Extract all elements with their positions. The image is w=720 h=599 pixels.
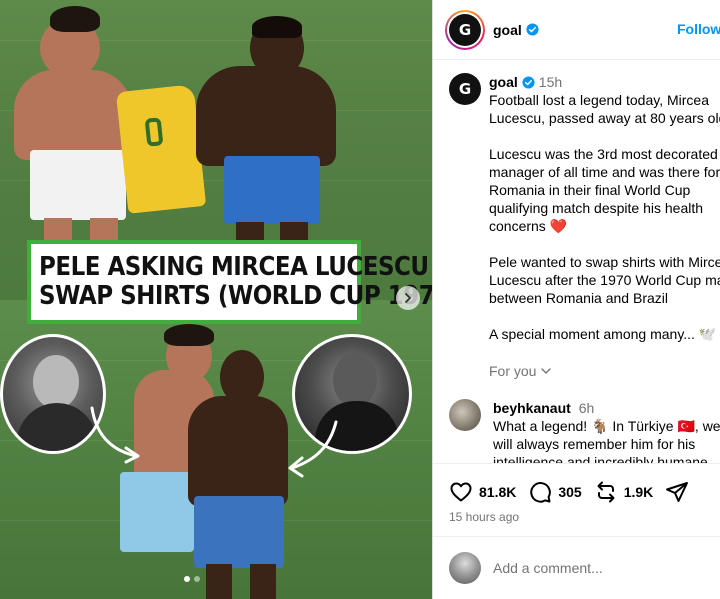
carousel-next-button[interactable]	[396, 286, 420, 310]
caption-time[interactable]: 15h	[539, 74, 562, 90]
post-timestamp[interactable]: 15 hours ago	[449, 510, 519, 524]
commenter-username[interactable]: beyhkanaut	[493, 400, 571, 416]
comment-button[interactable]: 305	[528, 480, 582, 504]
add-comment-bar	[433, 536, 720, 599]
carousel-dot	[194, 576, 200, 582]
comment-time[interactable]: 6h	[579, 400, 595, 416]
goal-logo-icon: G	[458, 20, 472, 39]
comment-text-block: beyhkanaut 6h What a legend! 🐐 In Türkiy…	[493, 399, 720, 463]
author-username[interactable]: goal	[493, 22, 522, 38]
carousel-dot	[184, 576, 190, 582]
repost-count: 1.9K	[623, 484, 654, 500]
annotation-arrow-right	[288, 420, 338, 478]
send-icon	[666, 482, 689, 502]
post-side-panel: G goal Follow G goal 15h Football lost a …	[432, 0, 720, 599]
yellow-shirt	[115, 84, 207, 214]
author-avatar-ring[interactable]: G	[445, 9, 485, 50]
comment-bubble-icon	[530, 482, 552, 503]
comment-input[interactable]	[493, 560, 693, 576]
comment-body: What a legend! 🐐 In Türkiye 🇹🇷, we will …	[493, 418, 720, 463]
verified-badge-icon	[526, 23, 539, 36]
chevron-right-icon	[405, 293, 411, 303]
repost-button[interactable]: 1.9K	[594, 480, 654, 504]
author-avatar: G	[449, 13, 481, 46]
caption-line-2: SWAP SHIRTS (WORLD CUP 1970)	[39, 281, 432, 311]
caption-username[interactable]: goal	[489, 74, 518, 90]
caption-line-1: PELE ASKING MIRCEA LUCESCU TO	[39, 252, 432, 282]
action-bar: 81.8K 305 1.9K	[449, 480, 701, 504]
repost-icon	[597, 481, 615, 503]
comments-scroll[interactable]: G goal 15h Football lost a legend today, …	[433, 61, 720, 463]
carousel-indicator	[184, 576, 200, 582]
post-header: G goal Follow	[433, 0, 720, 60]
chevron-down-icon	[541, 368, 552, 374]
like-count: 81.8K	[479, 484, 517, 500]
heart-icon	[450, 482, 472, 502]
action-section: 81.8K 305 1.9K 15 hours ago	[433, 463, 720, 524]
caption-text-block: goal 15h Football lost a legend today, Mi…	[489, 73, 720, 343]
verified-badge-icon	[522, 76, 535, 89]
caption-banner: PELE ASKING MIRCEA LUCESCU TO SWAP SHIRT…	[27, 240, 432, 324]
for-you-toggle[interactable]: For you	[489, 363, 552, 379]
current-user-avatar	[449, 552, 481, 584]
like-button[interactable]: 81.8K	[449, 480, 516, 504]
commenter-avatar[interactable]	[449, 399, 481, 431]
caption-avatar[interactable]: G	[449, 73, 481, 105]
goal-logo-icon: G	[458, 80, 472, 98]
annotation-arrow-left	[90, 406, 140, 464]
caption-body: Football lost a legend today, Mircea Luc…	[489, 92, 720, 342]
follow-button[interactable]: Follow	[677, 21, 720, 37]
for-you-label: For you	[489, 363, 537, 379]
comment-count: 305	[558, 484, 582, 500]
share-button[interactable]	[665, 480, 689, 504]
post-media[interactable]: PELE ASKING MIRCEA LUCESCU TO SWAP SHIRT…	[0, 0, 432, 599]
